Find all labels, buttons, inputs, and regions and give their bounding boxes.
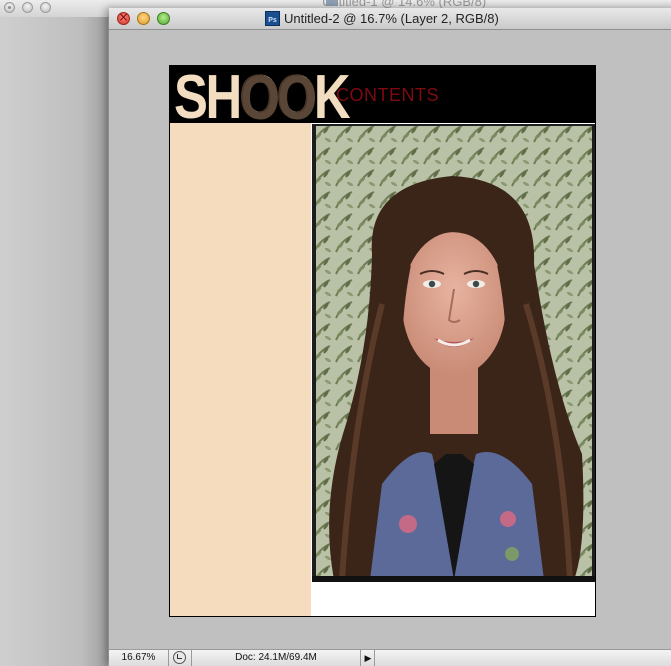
window-controls: [117, 10, 170, 25]
contents-heading: CONTENTS: [336, 85, 439, 105]
logo-text-start: SH: [174, 65, 242, 132]
sidebar-panel: [170, 123, 311, 616]
background-zoom-button[interactable]: [40, 2, 51, 13]
close-button[interactable]: [117, 10, 130, 25]
document-canvas[interactable]: SHOOK CONTENTS: [169, 65, 596, 617]
window-title-group: Ps Untitled-2 @ 16.7% (Layer 2, RGB/8): [265, 11, 499, 26]
window-titlebar[interactable]: Ps Untitled-2 @ 16.7% (Layer 2, RGB/8): [109, 8, 671, 30]
minimize-button[interactable]: [137, 12, 150, 25]
background-window-controls: [4, 2, 51, 13]
document-window: Ps Untitled-2 @ 16.7% (Layer 2, RGB/8) S…: [109, 8, 671, 666]
background-minimize-button[interactable]: [22, 2, 33, 13]
background-close-button[interactable]: [4, 2, 15, 13]
status-bar: 16.67% Doc: 24.1M/69.4M ▶: [109, 649, 671, 666]
zoom-level-field[interactable]: 16.67%: [109, 650, 169, 666]
document-size-info[interactable]: Doc: 24.1M/69.4M: [191, 650, 361, 666]
workspace-background: [0, 17, 108, 666]
timer-icon[interactable]: [173, 651, 186, 664]
portrait-photo: [312, 124, 595, 582]
portrait-illustration: [312, 126, 595, 582]
photoshop-document-icon: Ps: [265, 11, 280, 26]
status-menu-arrow-icon[interactable]: ▶: [362, 650, 375, 666]
window-title: Untitled-2 @ 16.7% (Layer 2, RGB/8): [284, 11, 499, 26]
logo-text-cracked: OO: [239, 65, 317, 132]
masthead-bar: SHOOK CONTENTS: [170, 66, 595, 132]
zoom-button[interactable]: [157, 12, 170, 25]
